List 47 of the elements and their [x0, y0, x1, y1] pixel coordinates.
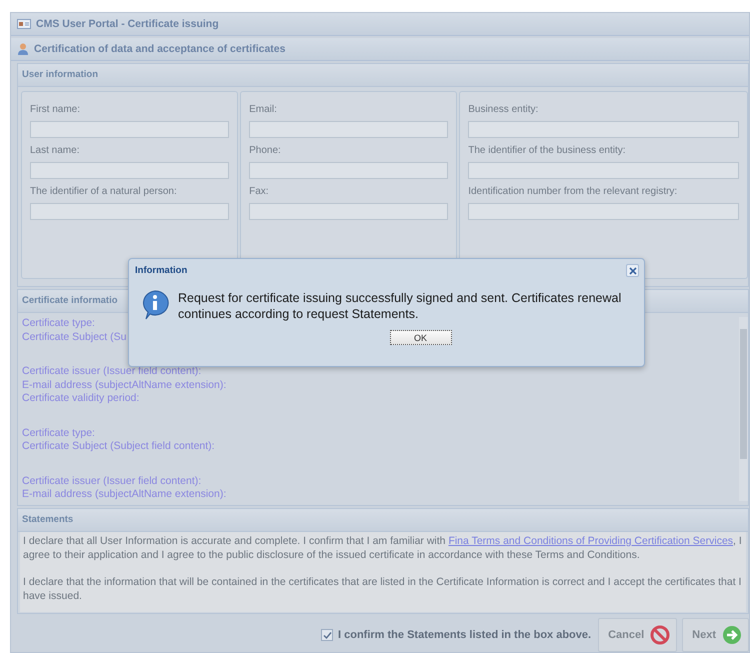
certificate-field-label: E-mail address (subjectAltName extension):: [22, 378, 226, 392]
statement-paragraph: I declare that all User Information is accurate and complete. I confirm that I am familiar with Fina Terms and Conditions of Providing Certification Services, I agree to their application and I agree to the public disclosure of the issued certificate in accordance with these Terms and Conditions.: [23, 534, 743, 562]
certificate-field-label: Certificate issuer (Issuer field content):: [22, 474, 202, 488]
field-label: Identification number from the relevant registry:: [468, 186, 678, 197]
input-field[interactable]: [468, 121, 739, 138]
no-entry-icon: [650, 625, 670, 645]
panel-title: User information: [18, 64, 748, 87]
field-label: First name:: [30, 104, 82, 115]
statement-paragraph: I declare that the information that will be contained in the certificates that are listed in the Certificate Information is correct and I accept the certificates that I have issued.: [23, 575, 742, 603]
field-label: The identifier of a natural person:: [30, 186, 178, 197]
input-field[interactable]: [30, 121, 230, 138]
close-button[interactable]: [626, 264, 639, 277]
ok-button[interactable]: OK: [390, 330, 452, 345]
section-title: Certification of data and acceptance of certificates: [34, 43, 286, 55]
window-title: CMS User Portal - Certificate issuing: [36, 18, 219, 30]
cancel-button[interactable]: Cancel: [598, 618, 678, 652]
input-field[interactable]: [468, 203, 739, 220]
input-field[interactable]: [249, 162, 448, 179]
certificate-field-label: Certificate Subject (Subject field content):: [22, 440, 215, 454]
input-field[interactable]: [249, 203, 448, 220]
field-label: Email:: [249, 104, 278, 115]
field-label: Phone:: [249, 145, 282, 156]
user-icon: [17, 43, 29, 55]
certificate-field-label: Certificate validity period:: [22, 392, 140, 406]
certificate-field-label: E-mail address (subjectAltName extension):: [22, 488, 226, 502]
certificate-field-label: Certificate Subject (Su: [22, 330, 126, 344]
next-button[interactable]: Next: [682, 618, 749, 652]
window-icon: [17, 19, 31, 29]
input-field[interactable]: [30, 162, 230, 179]
field-label: Fax:: [249, 186, 270, 197]
panel-title: Statements: [18, 509, 748, 532]
confirm-label: I confirm the Statements listed in the box above.: [338, 629, 592, 641]
field-label: Business entity:: [468, 104, 540, 115]
input-field[interactable]: [249, 121, 448, 138]
info-icon: [141, 290, 169, 320]
field-label: The identifier of the business entity:: [468, 145, 627, 156]
input-field[interactable]: [468, 162, 739, 179]
field-label: Last name:: [30, 145, 80, 156]
certificate-field-label: Certificate type:: [22, 317, 95, 330]
certificate-field-label: Certificate issuer (Issuer field content):: [22, 365, 202, 378]
terms-link[interactable]: Fina Terms and Conditions of Providing Certification Services: [448, 535, 734, 547]
scrollbar[interactable]: [739, 317, 748, 501]
dialog-title: Information: [135, 265, 188, 276]
input-field[interactable]: [30, 203, 230, 220]
certificate-field-label: Certificate type:: [22, 426, 95, 440]
arrow-right-icon: [722, 625, 742, 645]
confirm-checkbox[interactable]: [321, 629, 334, 641]
